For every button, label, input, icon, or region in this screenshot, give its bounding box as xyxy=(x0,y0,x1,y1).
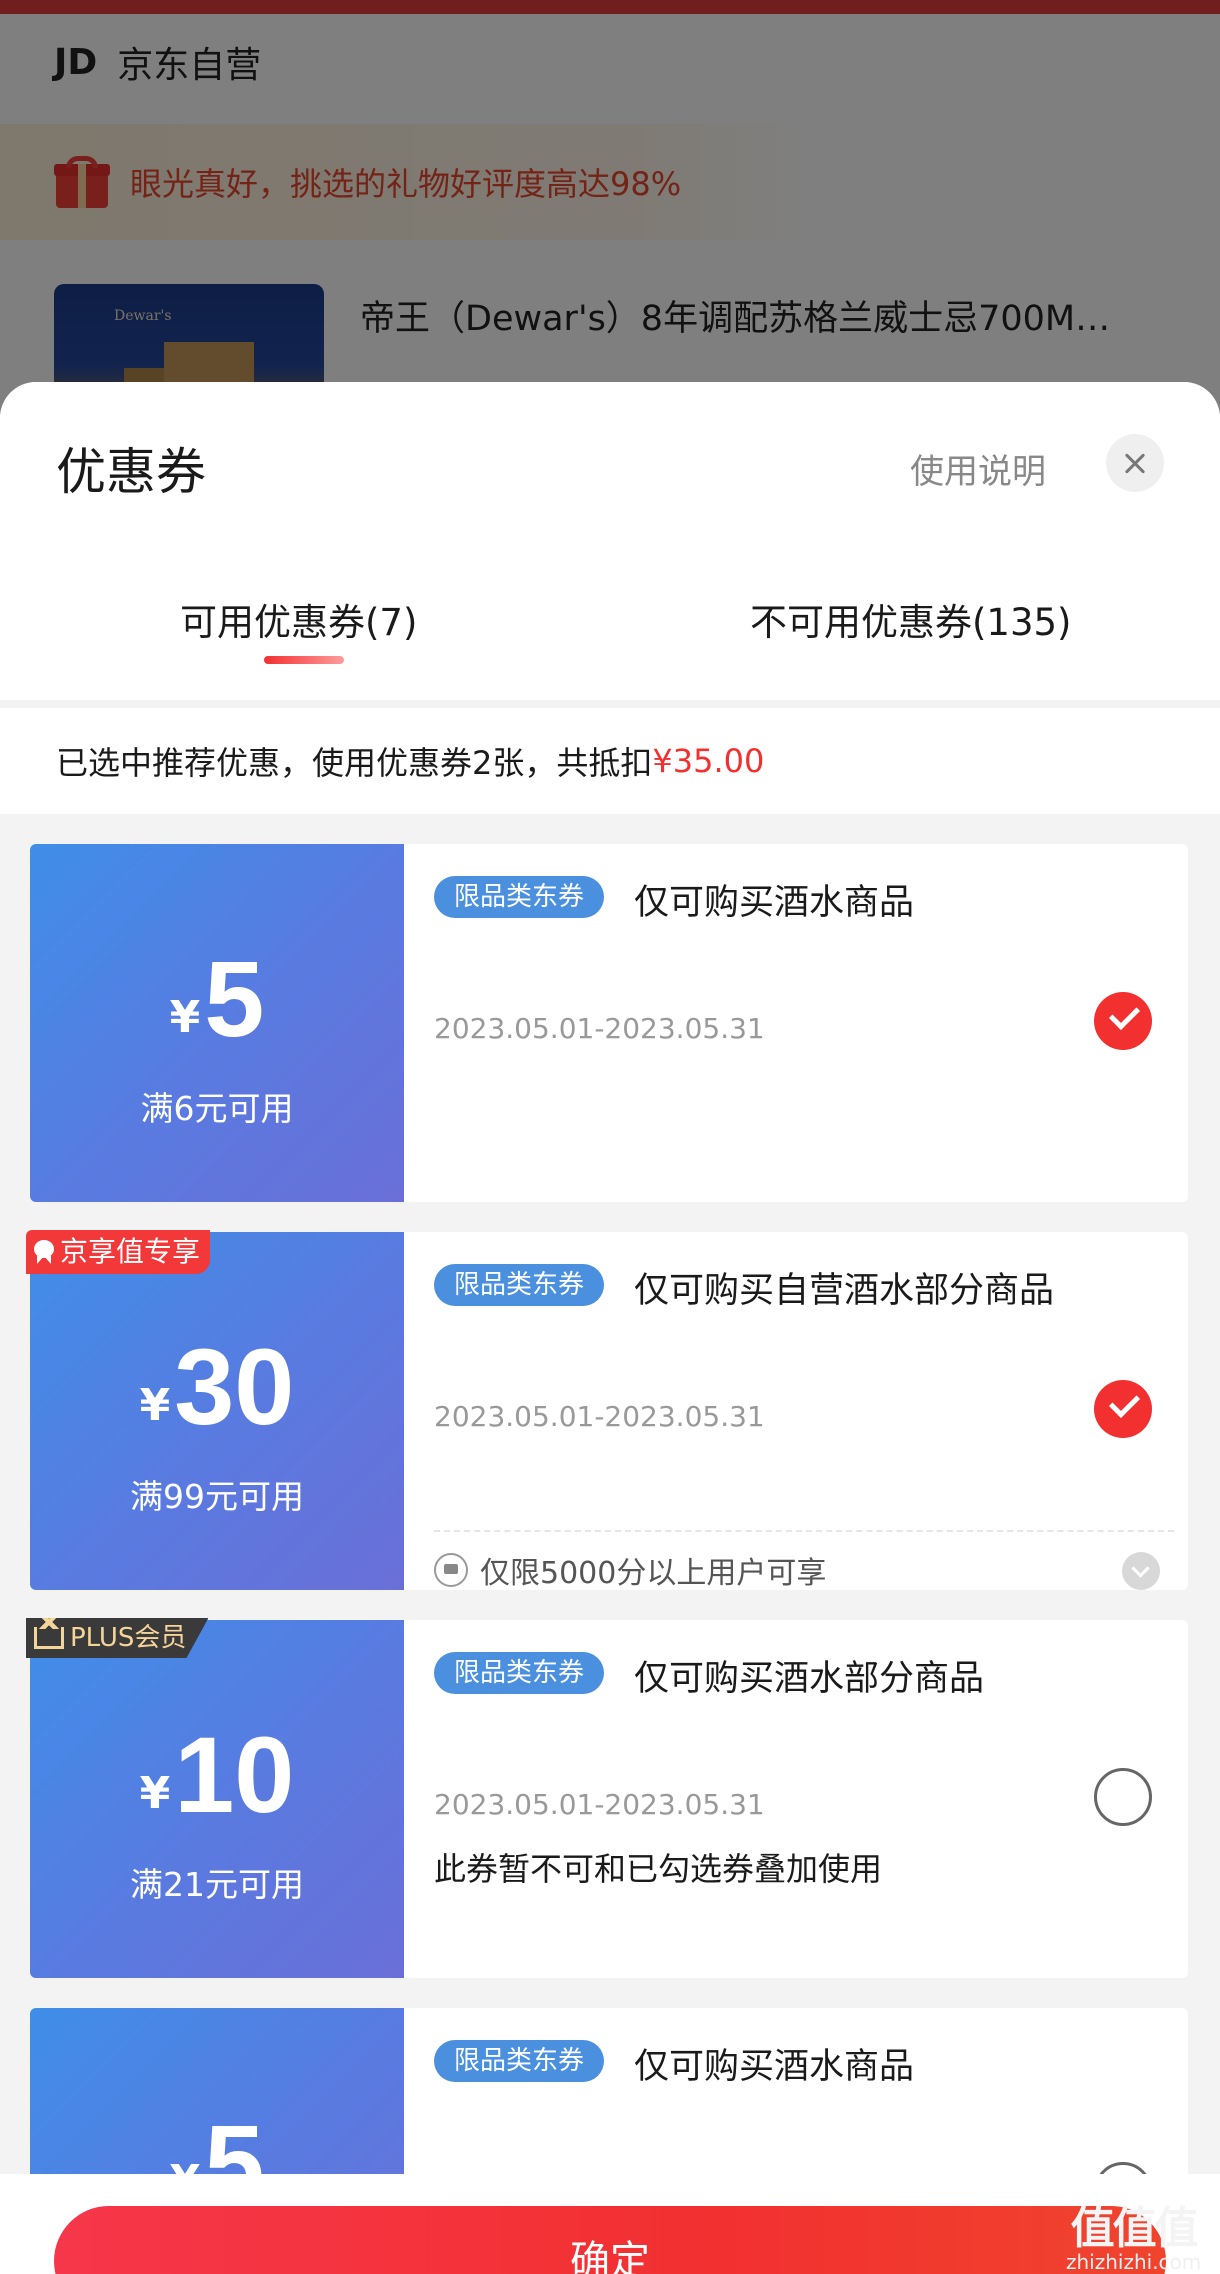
coupon-type-tag: 限品类东券 xyxy=(434,1264,605,1306)
active-tab-indicator xyxy=(264,656,344,664)
coupon-value-panel: ¥5 满6元可用 xyxy=(30,844,404,1202)
summary-text: 已选中推荐优惠，使用优惠券2张，共抵扣 xyxy=(56,744,653,782)
sheet-header: 优惠券 使用说明 可用优惠券(7) 不可用优惠券(135) xyxy=(0,382,1220,700)
coupon-amount: ¥10 xyxy=(139,1714,295,1835)
coupon-amount: ¥30 xyxy=(139,1326,295,1447)
ticket-icon xyxy=(434,1553,468,1587)
summary-amount: ¥35.00 xyxy=(652,742,765,780)
coupon-condition: 满99元可用 xyxy=(130,1477,304,1516)
award-ribbon-icon xyxy=(32,1238,56,1266)
coupon-restriction: 仅限5000分以上用户可享 xyxy=(434,1548,826,1592)
usage-instructions-link[interactable]: 使用说明 xyxy=(910,444,1046,493)
coupon-condition: 满6元可用 xyxy=(140,1089,294,1128)
coupon-card[interactable]: ¥5 满6元可用 限品类东券 仅可购买酒水商品 2023.05.01-2023.… xyxy=(30,844,1188,1202)
coupon-sheet: 优惠券 使用说明 可用优惠券(7) 不可用优惠券(135) 已选中推荐优惠，使用… xyxy=(0,382,1220,2274)
coupon-validity: 2023.05.01-2023.05.31 xyxy=(434,1400,765,1433)
coupon-description: 仅可购买自营酒水部分商品 xyxy=(634,1271,1055,1311)
coupon-validity: 2023.05.01-2023.05.31 xyxy=(434,1012,765,1045)
coupon-amount: ¥5 xyxy=(169,938,265,1059)
coupon-description: 仅可购买酒水商品 xyxy=(634,883,915,923)
checked-icon[interactable] xyxy=(1094,992,1152,1050)
coupon-stacking-note: 此券暂不可和已勾选券叠加使用 xyxy=(434,1850,883,1888)
coupon-condition: 满21元可用 xyxy=(130,1865,304,1904)
coupon-value-panel: ¥30 满99元可用 xyxy=(30,1232,404,1590)
tab-unavailable-coupons[interactable]: 不可用优惠券(135) xyxy=(750,592,1072,646)
tab-available-coupons[interactable]: 可用优惠券(7) xyxy=(180,592,417,646)
coupon-selection-screen: JD 京东自营 眼光真好，挑选的礼物好评度高达98% Dewar's 帝王（De… xyxy=(0,0,1220,2274)
selection-summary: 已选中推荐优惠，使用优惠券2张，共抵扣 ¥35.00 xyxy=(0,708,1220,814)
coupon-value-panel: ¥10 满21元可用 xyxy=(30,1620,404,1978)
jd-value-exclusive-badge: 京享值专享 xyxy=(26,1230,211,1274)
coupon-card[interactable]: ¥10 满21元可用 PLUS会员 限品类东券 仅可购买酒水部分商品 2023.… xyxy=(26,1618,1188,1978)
coupon-description: 仅可购买酒水商品 xyxy=(634,2047,915,2087)
coupon-type-tag: 限品类东券 xyxy=(434,1652,605,1694)
coupon-validity: 2023.05.01-2023.05.31 xyxy=(434,1788,765,1821)
sheet-title: 优惠券 xyxy=(56,443,206,501)
coupon-type-tag: 限品类东券 xyxy=(434,2040,605,2082)
divider xyxy=(434,1530,1174,1532)
crown-icon xyxy=(34,1618,64,1649)
plus-member-badge: PLUS会员 xyxy=(26,1618,209,1658)
confirm-button[interactable]: 确定 xyxy=(54,2206,1166,2274)
checked-icon[interactable] xyxy=(1094,1380,1152,1438)
coupon-description: 仅可购买酒水部分商品 xyxy=(634,1659,985,1699)
close-icon[interactable] xyxy=(1106,434,1164,492)
coupon-type-tag: 限品类东券 xyxy=(434,876,605,918)
chevron-down-icon[interactable] xyxy=(1122,1552,1160,1590)
watermark-logo: 值值值 zhizhizhi.com xyxy=(1066,2203,1202,2274)
coupon-card[interactable]: ¥30 满99元可用 京享值专享 限品类东券 仅可购买自营酒水部分商品 2023… xyxy=(26,1230,1188,1592)
unchecked-icon[interactable] xyxy=(1094,1768,1152,1826)
